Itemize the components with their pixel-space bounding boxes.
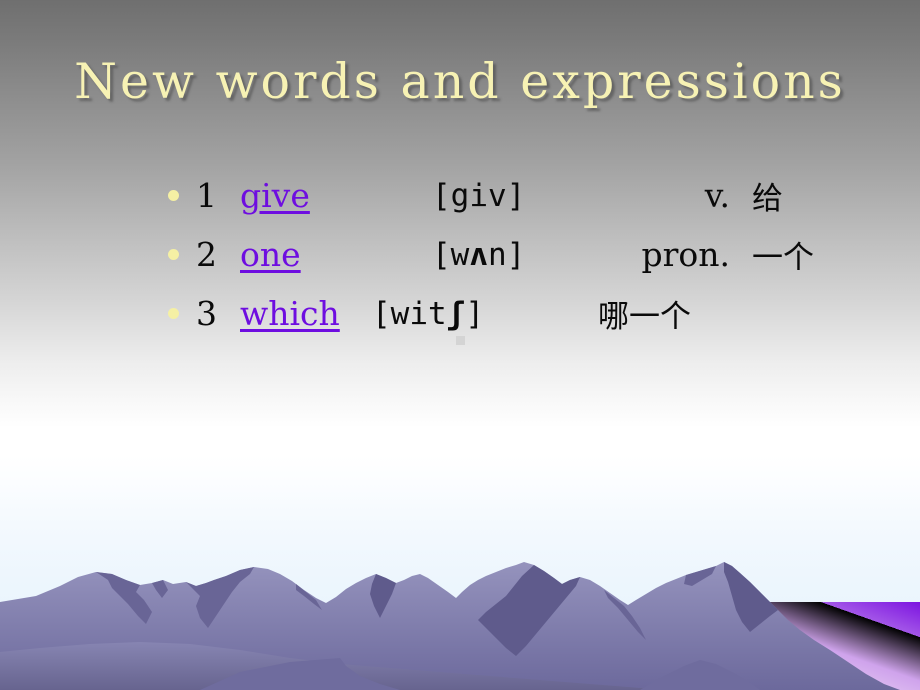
item-number: 1 [196, 176, 217, 215]
item-number: 3 [196, 294, 217, 333]
part-of-speech: v. [704, 176, 730, 215]
item-number: 2 [196, 235, 217, 274]
phonetic-transcription: [wʌn] [432, 237, 612, 273]
vocabulary-word-link[interactable]: one [240, 235, 432, 274]
slide-canvas: New words and expressions 1 give [giv] v… [0, 0, 920, 690]
list-item[interactable]: 3 which [witʃ] 哪一个 [168, 284, 878, 343]
mountain-range-graphic [0, 540, 920, 690]
bullet-dot-icon [168, 249, 179, 260]
part-of-speech: pron. [641, 235, 730, 274]
vocabulary-word-link[interactable]: give [240, 176, 432, 215]
phonetic-transcription: [witʃ] [372, 296, 552, 332]
phonetic-suffix: n] [488, 236, 526, 273]
stray-gray-square-artifact [456, 336, 465, 345]
chinese-meaning: 哪一个 [598, 299, 691, 335]
page-title: New words and expressions [74, 53, 846, 110]
phonetic-symbol: ʃ [446, 295, 466, 332]
bullet-dot-icon [168, 308, 179, 319]
chinese-meaning: 一个 [752, 240, 814, 276]
new-words-list: 1 give [giv] v. 给 2 one [wʌn] pron. 一个 3… [168, 166, 878, 343]
vocabulary-word-link[interactable]: which [240, 294, 372, 333]
bullet-dot-icon [168, 190, 179, 201]
phonetic-prefix: [w [432, 236, 470, 273]
phonetic-prefix: [wit [372, 295, 447, 332]
list-item[interactable]: 2 one [wʌn] pron. 一个 [168, 225, 878, 284]
list-item[interactable]: 1 give [giv] v. 给 [168, 166, 878, 225]
chinese-meaning: 给 [752, 181, 783, 217]
phonetic-suffix: ] [465, 295, 484, 332]
phonetic-transcription: [giv] [432, 177, 526, 214]
phonetic-symbol: ʌ [469, 236, 488, 273]
